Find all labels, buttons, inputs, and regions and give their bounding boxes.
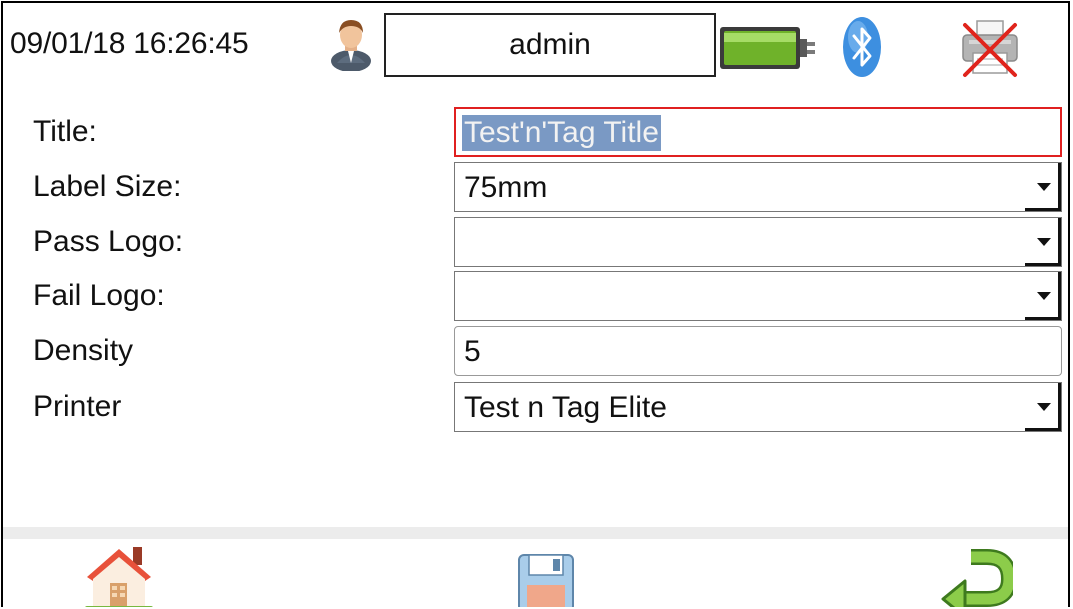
form-row-pass-logo: Pass Logo: [3, 217, 1068, 267]
datetime-readout: 09/01/18 16:26:45 [10, 27, 249, 60]
title-label: Title: [33, 115, 97, 148]
printer-label: Printer [33, 390, 122, 423]
app-window: 09/01/18 16:26:45 admin Title: Test'n'Ta… [1, 1, 1070, 607]
back-arrow-icon[interactable] [941, 543, 1013, 607]
chevron-down-icon[interactable] [1025, 272, 1061, 320]
user-avatar-icon[interactable] [327, 17, 375, 71]
chevron-down-icon[interactable] [1025, 218, 1061, 266]
bottom-bar-divider [3, 527, 1068, 539]
chevron-down-icon[interactable] [1025, 383, 1061, 431]
home-icon[interactable] [83, 543, 155, 607]
fail-logo-select[interactable] [454, 271, 1062, 321]
label-size-select[interactable]: 75mm [454, 162, 1062, 212]
user-name-field[interactable]: admin [384, 13, 716, 77]
density-input[interactable]: 5 [454, 326, 1062, 376]
printer-value: Test n Tag Elite [464, 391, 667, 424]
form-row-title: Title: Test'n'Tag Title [3, 107, 1068, 157]
printer-select[interactable]: Test n Tag Elite [454, 382, 1062, 432]
pass-logo-select[interactable] [454, 217, 1062, 267]
density-input-value: 5 [464, 335, 481, 368]
chevron-down-icon[interactable] [1025, 163, 1061, 211]
form-row-label-size: Label Size: 75mm [3, 162, 1068, 212]
fail-logo-label: Fail Logo: [33, 279, 165, 312]
printer-disconnected-icon[interactable] [955, 17, 1025, 79]
title-input-value: Test'n'Tag Title [462, 115, 661, 151]
label-size-value: 75mm [464, 171, 548, 204]
bluetooth-icon[interactable] [841, 15, 883, 79]
pass-logo-label: Pass Logo: [33, 225, 184, 258]
label-size-label: Label Size: [33, 170, 182, 203]
density-label: Density [33, 334, 134, 367]
form-row-fail-logo: Fail Logo: [3, 271, 1068, 321]
form-row-density: Density 5 [3, 326, 1068, 376]
title-input[interactable]: Test'n'Tag Title [454, 107, 1062, 157]
form-row-printer: Printer Test n Tag Elite [3, 382, 1068, 432]
status-bar: 09/01/18 16:26:45 admin [3, 3, 1068, 87]
save-icon[interactable] [517, 553, 575, 607]
battery-full-icon [720, 27, 815, 69]
